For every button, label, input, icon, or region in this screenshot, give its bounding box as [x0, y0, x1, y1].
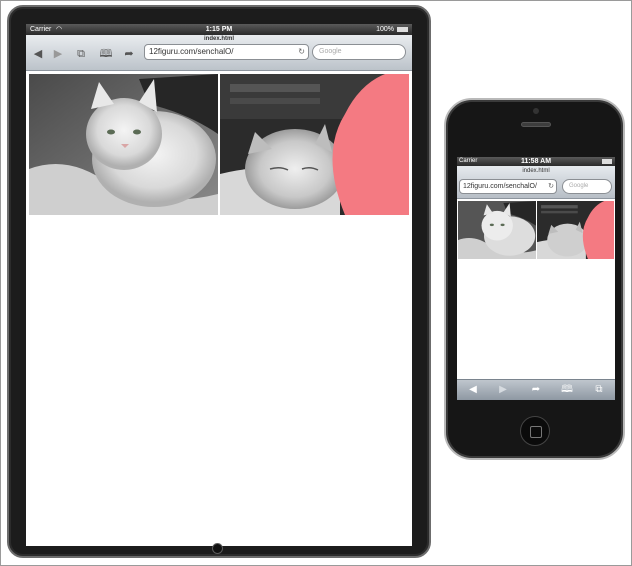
bookmarks-icon[interactable]: 🕮	[559, 383, 575, 397]
iphone-device: Carrier 11:58 AM index.html 12figuru.com…	[444, 98, 625, 460]
forward-arrow-icon[interactable]: ▶	[52, 48, 64, 60]
status-time: 11:58 AM	[520, 158, 552, 165]
iphone-home-button[interactable]	[520, 416, 550, 446]
battery-icon	[397, 27, 408, 32]
ipad-status-bar: Carrier ◠ 1:15 PM 100%	[26, 24, 412, 35]
address-bar[interactable]: 12figuru.com/senchalO/ ↻	[144, 44, 309, 60]
ipad-screen: Carrier ◠ 1:15 PM 100% index.html ◀ ▶ ⧉ …	[26, 24, 412, 546]
speaker-grille	[521, 122, 551, 127]
ipad-device: Carrier ◠ 1:15 PM 100% index.html ◀ ▶ ⧉ …	[7, 5, 431, 558]
share-icon[interactable]: ➦	[122, 48, 136, 60]
reload-icon[interactable]: ↻	[298, 45, 305, 59]
back-arrow-icon[interactable]: ◀	[32, 48, 44, 60]
iphone-status-bar: Carrier 11:58 AM	[457, 157, 615, 166]
share-icon[interactable]: ➦	[528, 383, 544, 397]
iphone-browser-toolbar: index.html 12figuru.com/senchalO/ ↻ Goog…	[457, 166, 615, 199]
tabs-icon[interactable]: ⧉	[74, 48, 88, 60]
ipad-home-button[interactable]	[212, 543, 223, 554]
iphone-bottom-toolbar: ◀ ▶ ➦ 🕮 ⧉	[457, 379, 615, 400]
iphone-screen: Carrier 11:58 AM index.html 12figuru.com…	[457, 157, 615, 400]
url-text: 12figuru.com/senchalO/	[463, 183, 537, 190]
battery-icon	[602, 159, 612, 164]
page-content	[26, 72, 412, 546]
cat-photo-white	[458, 201, 536, 259]
search-input[interactable]: Google	[562, 179, 612, 194]
cat-photo-sleeping	[537, 201, 614, 259]
pages-icon[interactable]: ⧉	[591, 383, 607, 397]
address-bar[interactable]: 12figuru.com/senchalO/ ↻	[459, 179, 557, 194]
camera	[533, 108, 539, 114]
back-arrow-icon[interactable]: ◀	[465, 383, 481, 397]
ipad-browser-toolbar: index.html ◀ ▶ ⧉ 🕮 ➦ 12figuru.com/sencha…	[26, 35, 412, 71]
cat-photo-sleeping	[220, 74, 409, 215]
battery-percent: 100%	[376, 26, 394, 33]
url-text: 12figuru.com/senchalO/	[149, 47, 234, 56]
search-input[interactable]: Google	[312, 44, 406, 60]
page-title: index.html	[203, 36, 234, 42]
reload-icon[interactable]: ↻	[548, 180, 554, 193]
bookmarks-icon[interactable]: 🕮	[98, 48, 114, 60]
status-time: 1:15 PM	[205, 26, 233, 33]
page-title: index.html	[522, 168, 550, 174]
forward-arrow-icon[interactable]: ▶	[495, 383, 511, 397]
cat-photo-white	[29, 74, 218, 215]
